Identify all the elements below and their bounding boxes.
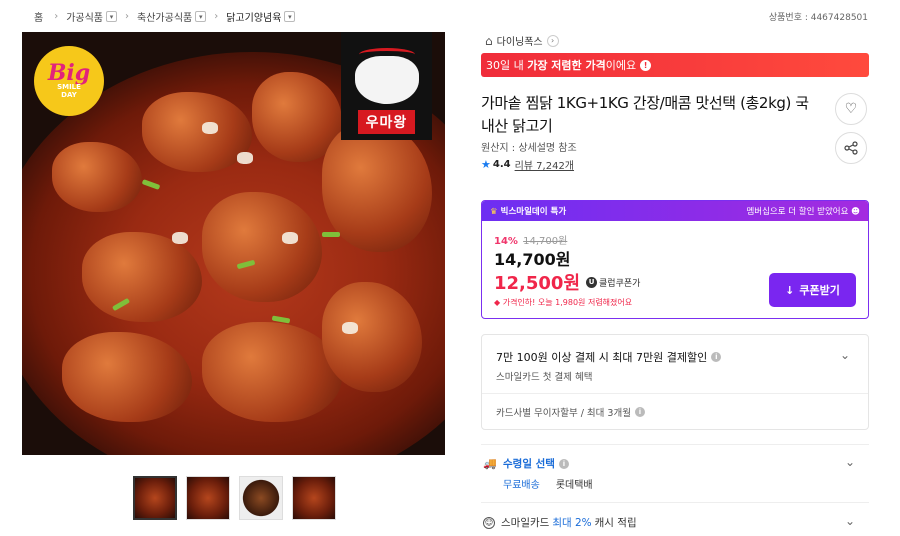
card-benefit-subtitle: 스마일카드 첫 결제 혜택 [496, 372, 593, 383]
chevron-down-icon[interactable]: ▾ [284, 11, 296, 22]
onion [282, 232, 298, 244]
shipping-row[interactable]: 🚚 수령일 선택 i [483, 456, 569, 471]
breadcrumb-item-current[interactable]: 닭고기양념육 ▾ [226, 9, 296, 24]
smilecash-pre: 스마일카드 [501, 517, 550, 529]
thumbnail[interactable] [133, 476, 177, 520]
price-drop-icon: ◆ [494, 298, 501, 307]
shop-link[interactable]: ⌂ 다이닝폭스 › [485, 33, 559, 48]
share-icon[interactable] [835, 132, 867, 164]
info-icon[interactable]: i [711, 352, 722, 362]
chevron-down-icon[interactable]: ▾ [195, 11, 207, 22]
divider [482, 393, 868, 394]
promo-price-box: ♛ 빅스마일데이 특가 멤버십으로 더 할인 받았어요 ☻ 14% 14,700원… [481, 200, 869, 319]
smilecash-highlight: 최대 2% [552, 517, 592, 529]
chevron-down-icon[interactable]: ⌄ [840, 349, 852, 361]
big-smile-day-badge: Big SMILE DAY [34, 46, 104, 116]
carrier-name: 롯데택배 [555, 480, 593, 491]
share-icon-glyph [844, 141, 858, 155]
coupon-download-button[interactable]: ↓ 쿠폰받기 [769, 273, 856, 307]
badge-big-text: Big [47, 60, 91, 87]
info-icon[interactable]: i [634, 407, 645, 417]
onion [237, 152, 253, 164]
brand-logo: 우마왕 [341, 32, 432, 140]
breadcrumb-label[interactable]: 가공식품 [66, 9, 103, 24]
discount-row: 14% 14,700원 [494, 232, 567, 247]
breadcrumb-item[interactable]: 가공식품 ▾ [66, 9, 118, 24]
smilecash-row[interactable]: ☺ 스마일카드 최대 2% 캐시 적립 [483, 515, 637, 530]
smile-icon: ☻ [851, 207, 860, 217]
banner-text: 이에요 [605, 59, 637, 72]
origin-info: 원산지 : 상세설명 참조 [481, 143, 577, 154]
chevron-down-icon[interactable]: ⌄ [845, 456, 857, 468]
heart-icon[interactable]: ♡ [835, 93, 867, 125]
price-drop-note: ◆ 가격인하! 오늘 1,980원 저렴해졌어요 [494, 297, 632, 308]
breadcrumb: 홈 › 가공식품 ▾ › 축산가공식품 ▾ › 닭고기양념육 ▾ [34, 9, 296, 24]
coupon-button-label[interactable]: 쿠폰받기 [799, 282, 839, 298]
onion [172, 232, 188, 244]
card-benefit-title-row: 7만 100원 이상 결제 시 최대 7만원 결제할인 i [496, 349, 722, 365]
membership-note[interactable]: 멤버십으로 더 할인 받았어요 [746, 207, 848, 217]
card-benefit-box[interactable]: 7만 100원 이상 결제 시 최대 7만원 결제할인 i 스마일카드 첫 결제… [481, 334, 869, 430]
card-benefit-title: 7만 100원 이상 결제 시 최대 7만원 결제할인 [496, 351, 708, 364]
product-main-image[interactable]: Big SMILE DAY 우마왕 [22, 32, 445, 455]
banner-text-bold: 가장 저렴한 가격 [527, 59, 606, 72]
download-icon: ↓ [785, 283, 795, 297]
club-price-row: 12,500원 U 클럽쿠폰가 [494, 269, 640, 295]
star-icon: ★ [481, 158, 491, 171]
breadcrumb-label[interactable]: 축산가공식품 [137, 9, 192, 24]
onion [202, 122, 218, 134]
chevron-right-icon[interactable]: › [546, 34, 559, 47]
breadcrumb-home[interactable]: 홈 [34, 9, 46, 24]
brand-logo-text: 우마왕 [357, 110, 416, 134]
breadcrumb-item[interactable]: 축산가공식품 ▾ [137, 9, 207, 24]
truck-icon: 🚚 [483, 457, 497, 470]
thumbnail[interactable] [239, 476, 283, 520]
lowest-price-banner: 30일 내 가장 저렴한 가격 이에요 ! [481, 53, 869, 77]
installment-text: 카드사별 무이자할부 / 최대 3개월 [496, 408, 631, 419]
delivery-date-label[interactable]: 수령일 선택 [503, 456, 555, 471]
product-number: 상품번호 : 4467428501 [768, 13, 868, 23]
scallion [322, 232, 340, 237]
club-price: 12,500원 [494, 273, 581, 294]
chevron-down-icon[interactable]: ⌄ [845, 515, 857, 527]
home-icon: ⌂ [485, 33, 493, 48]
sale-price: 14,700원 [494, 250, 571, 269]
crown-icon: ♛ [490, 207, 498, 217]
review-link[interactable]: 리뷰 7,242개 [515, 157, 574, 172]
breadcrumb-separator: › [54, 11, 59, 22]
club-price-label: 클럽쿠폰가 [599, 278, 641, 289]
thumbnail-strip [133, 476, 336, 520]
smile-face-icon: ☺ [483, 516, 495, 529]
promo-header: ♛ 빅스마일데이 특가 멤버십으로 더 할인 받았어요 ☻ [482, 201, 868, 221]
club-icon: U [586, 276, 598, 288]
promo-header-left: ♛ 빅스마일데이 특가 [490, 205, 566, 217]
info-icon[interactable]: i [558, 458, 569, 469]
divider [481, 444, 869, 445]
chevron-down-icon[interactable]: ▾ [106, 11, 118, 22]
breadcrumb-separator: › [125, 11, 130, 22]
thumbnail[interactable] [186, 476, 230, 520]
price-drop-text: 가격인하! 오늘 1,980원 저렴해졌어요 [502, 298, 633, 307]
bull-icon [354, 48, 419, 104]
rating-summary: ★ 4.4 리뷰 7,242개 [481, 157, 574, 172]
breadcrumb-label[interactable]: 닭고기양념육 [226, 9, 281, 24]
free-shipping: 무료배송 [503, 480, 540, 491]
breadcrumb-label[interactable]: 홈 [34, 9, 43, 24]
info-icon[interactable]: ! [640, 59, 652, 71]
promo-body: 14% 14,700원 14,700원 12,500원 U 클럽쿠폰가 ◆ 가격… [482, 221, 868, 318]
banner-text: 30일 내 [486, 59, 528, 72]
divider [481, 502, 869, 503]
installment-row: 카드사별 무이자할부 / 최대 3개월 i [496, 405, 645, 419]
smilecash-post: 캐시 적립 [594, 517, 637, 529]
thumbnail[interactable] [292, 476, 336, 520]
onion [342, 322, 358, 334]
product-title: 가마솥 찜닭 1KG+1KG 간장/매콤 맛선택 (총2kg) 국내산 닭고기 [481, 94, 809, 135]
shipping-details: 무료배송 롯데택배 [503, 476, 593, 491]
promo-header-right[interactable]: 멤버십으로 더 할인 받았어요 ☻ [746, 205, 860, 217]
promo-title: 빅스마일데이 특가 [500, 207, 567, 217]
badge-sub-text: DAY [61, 91, 77, 99]
shop-name[interactable]: 다이닝폭스 [497, 33, 543, 48]
breadcrumb-separator: › [214, 11, 219, 22]
rating-score: 4.4 [492, 159, 511, 170]
